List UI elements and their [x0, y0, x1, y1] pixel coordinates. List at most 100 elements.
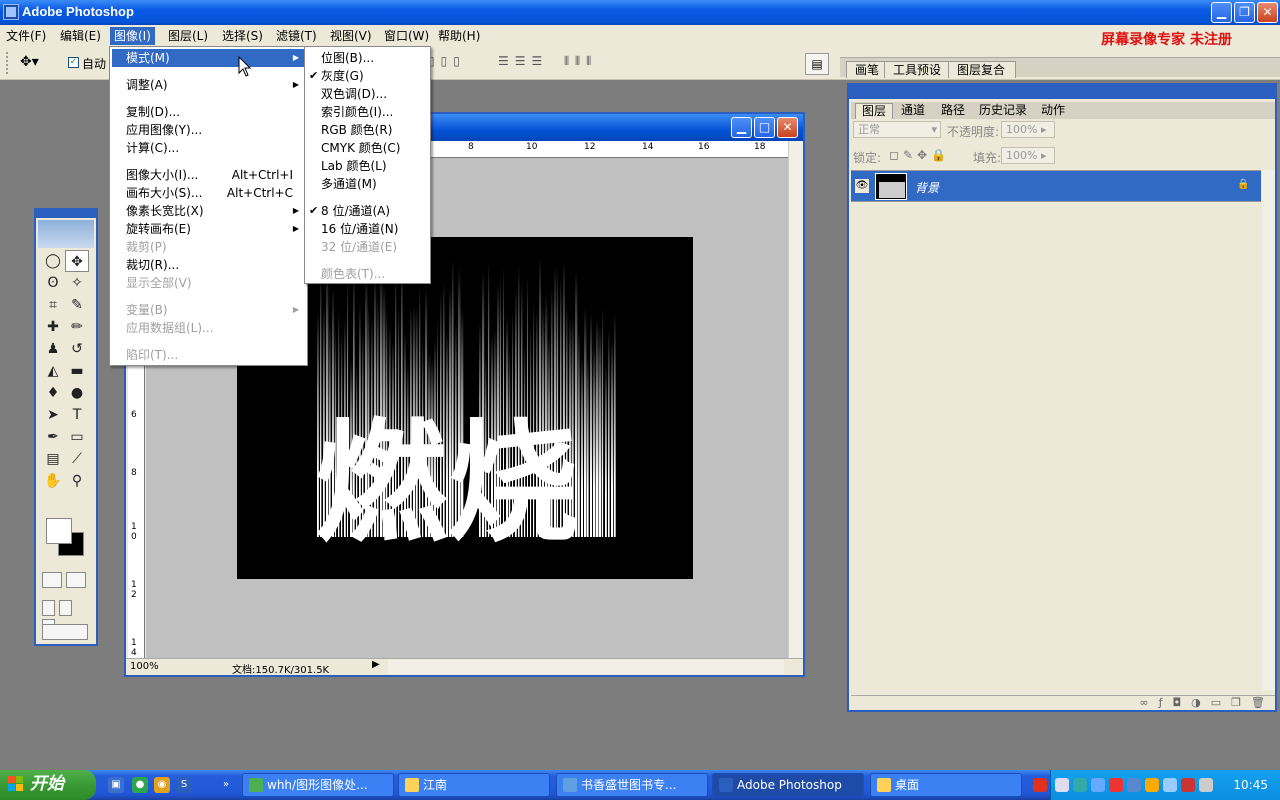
menu-item-calculations[interactable]: 计算(C)...	[112, 139, 305, 157]
tab-layers[interactable]: 图层	[855, 103, 894, 119]
move-tool-icon[interactable]: ✥	[65, 250, 89, 272]
vertical-scrollbar[interactable]	[788, 141, 803, 658]
lock-icons[interactable]: ◻✎✥🔒	[889, 148, 950, 162]
toolbox-title-bar[interactable]	[36, 210, 96, 218]
quicklaunch-app-icon[interactable]: ●	[132, 777, 148, 793]
link-layers-icon[interactable]: ∞	[1139, 696, 1158, 709]
layer-style-icon[interactable]: ƒ	[1159, 696, 1173, 709]
notes-tool-icon[interactable]: ▤	[41, 448, 65, 470]
zoom-tool-icon[interactable]: ⚲	[65, 470, 89, 492]
fill-field[interactable]: 100% ▸	[1001, 147, 1055, 164]
tray-ie-icon[interactable]	[1091, 778, 1105, 792]
doc-maximize-button[interactable]: □	[754, 117, 775, 138]
history-brush-icon[interactable]: ↺	[65, 338, 89, 360]
restore-button[interactable]: ❐	[1234, 2, 1255, 23]
mode-bitmap[interactable]: 位图(B)...	[307, 49, 428, 67]
menu-item-trim[interactable]: 裁切(R)...	[112, 256, 305, 274]
mode-16bit[interactable]: 16 位/通道(N)	[307, 220, 428, 238]
tab-layer-comps[interactable]: 图层复合	[948, 61, 1017, 78]
menu-item-duplicate[interactable]: 复制(D)...	[112, 103, 305, 121]
standard-mode-icon[interactable]	[42, 572, 62, 588]
new-group-icon[interactable]: ▭	[1211, 696, 1231, 709]
quick-mask-icon[interactable]	[66, 572, 86, 588]
pen-tool-icon[interactable]: ✒	[41, 426, 65, 448]
menu-help[interactable]: 帮助(H)	[434, 27, 484, 45]
foreground-color-swatch[interactable]	[46, 518, 72, 544]
tray-s-icon[interactable]	[1033, 778, 1047, 792]
align-icons[interactable]: ▯▯▯	[428, 54, 466, 72]
menu-edit[interactable]: 编辑(E)	[56, 27, 105, 45]
tab-actions[interactable]: 动作	[1035, 103, 1071, 119]
menu-item-pixel-aspect[interactable]: 像素长宽比(X) ▶	[112, 202, 305, 220]
task-button[interactable]: whh/图形图像处...	[242, 773, 394, 797]
horizontal-scrollbar[interactable]	[388, 660, 784, 674]
menu-window[interactable]: 窗口(W)	[380, 27, 433, 45]
menu-image[interactable]: 图像(I)	[110, 27, 155, 45]
status-menu-arrow-icon[interactable]: ▶	[372, 659, 380, 670]
menu-file[interactable]: 文件(F)	[2, 27, 50, 45]
slice-tool-icon[interactable]: ✎	[65, 294, 89, 316]
menu-item-canvas-size[interactable]: 画布大小(S)... Alt+Ctrl+C	[112, 184, 305, 202]
tray-security-icon[interactable]	[1181, 778, 1195, 792]
task-button-active[interactable]: Adobe Photoshop	[712, 773, 864, 797]
tray-monitor-icon[interactable]	[1127, 778, 1141, 792]
doc-close-button[interactable]: ✕	[777, 117, 798, 138]
quicklaunch-s-icon[interactable]: S	[176, 777, 192, 793]
blur-tool-icon[interactable]: ♦	[41, 382, 65, 404]
lasso-tool-icon[interactable]: ʘ	[41, 272, 65, 294]
menu-layer[interactable]: 图层(L)	[164, 27, 212, 45]
stamp-tool-icon[interactable]: ♟	[41, 338, 65, 360]
mode-multichannel[interactable]: 多通道(M)	[307, 175, 428, 193]
menu-view[interactable]: 视图(V)	[326, 27, 376, 45]
screen-mode-standard-icon[interactable]	[42, 600, 55, 616]
layer-mask-icon[interactable]: ◘	[1172, 696, 1191, 709]
menu-item-image-size[interactable]: 图像大小(I)... Alt+Ctrl+I	[112, 166, 305, 184]
layer-name[interactable]: 背景	[915, 179, 939, 196]
menu-item-apply-image[interactable]: 应用图像(Y)...	[112, 121, 305, 139]
shape-tool-icon[interactable]: ▭	[65, 426, 89, 448]
task-button[interactable]: 江南	[398, 773, 550, 797]
gradient-tool-icon[interactable]: ▬	[65, 360, 89, 382]
tray-arrow-icon[interactable]	[1055, 778, 1069, 792]
menu-select[interactable]: 选择(S)	[218, 27, 267, 45]
menu-item-adjustments[interactable]: 调整(A) ▶	[112, 76, 305, 94]
opacity-field[interactable]: 100% ▸	[1001, 121, 1055, 138]
layer-row[interactable]: 👁 背景 🔒	[851, 170, 1261, 202]
blend-mode-select[interactable]: 正常 ▾	[853, 121, 941, 138]
new-layer-icon[interactable]: ❐	[1231, 696, 1251, 709]
screen-mode-full-menu-icon[interactable]	[59, 600, 72, 616]
feather-logo[interactable]	[38, 220, 94, 248]
minimize-button[interactable]: ▁	[1211, 2, 1232, 23]
zoom-level[interactable]: 100%	[130, 661, 159, 672]
imageready-icon[interactable]	[42, 624, 88, 640]
tray-display-icon[interactable]	[1199, 778, 1213, 792]
layers-scrollbar[interactable]	[1262, 170, 1275, 690]
eraser-tool-icon[interactable]: ◭	[41, 360, 65, 382]
menu-item-rotate-canvas[interactable]: 旋转画布(E) ▶	[112, 220, 305, 238]
task-button[interactable]: 桌面	[870, 773, 1022, 797]
adjustment-layer-icon[interactable]: ◑	[1191, 696, 1211, 709]
quicklaunch-more-icon[interactable]: »	[218, 777, 234, 793]
hand-tool-icon[interactable]: ✋	[41, 470, 65, 492]
close-button[interactable]: ✕	[1257, 2, 1278, 23]
layers-palette-title-bar[interactable]	[849, 85, 1275, 99]
task-button[interactable]: 书香盛世图书专...	[556, 773, 708, 797]
tray-sound-icon[interactable]	[1163, 778, 1177, 792]
mode-rgb[interactable]: RGB 颜色(R)	[307, 121, 428, 139]
show-desktop-icon[interactable]: ▣	[108, 777, 124, 793]
eyedropper-icon[interactable]: ⟋	[65, 448, 89, 470]
mode-cmyk[interactable]: CMYK 颜色(C)	[307, 139, 428, 157]
mode-indexed[interactable]: 索引颜色(I)...	[307, 103, 428, 121]
tab-tool-presets[interactable]: 工具预设	[884, 61, 953, 78]
magic-wand-icon[interactable]: ✧	[65, 272, 89, 294]
menu-item-mode[interactable]: 模式(M) ▶	[112, 49, 305, 67]
mode-lab[interactable]: Lab 颜色(L)	[307, 157, 428, 175]
type-tool-icon[interactable]: T	[65, 404, 89, 426]
auto-select-checkbox[interactable]: ✓	[68, 57, 79, 68]
healing-brush-icon[interactable]: ✚	[41, 316, 65, 338]
tray-network-icon[interactable]	[1073, 778, 1087, 792]
mode-duotone[interactable]: 双色调(D)...	[307, 85, 428, 103]
mode-grayscale[interactable]: ✔ 灰度(G)	[307, 67, 428, 85]
tray-qq-icon[interactable]	[1145, 778, 1159, 792]
start-button[interactable]: 开始	[0, 770, 96, 800]
